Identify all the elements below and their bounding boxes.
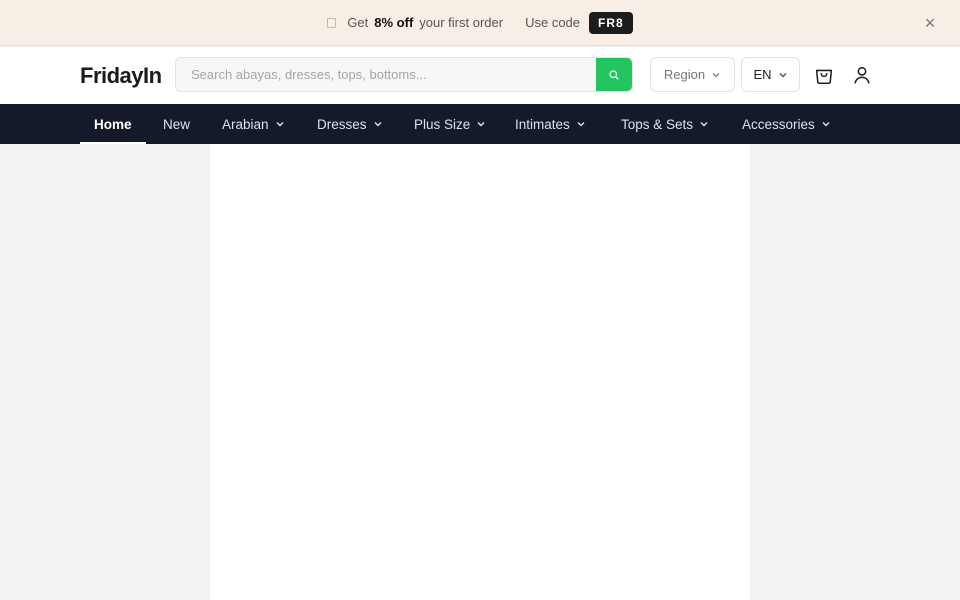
nav-item-plus-size[interactable]: Plus Size: [414, 104, 486, 144]
main-content-panel: [210, 144, 750, 600]
nav-item-label: Intimates: [515, 116, 570, 132]
region-label: Region: [663, 67, 706, 82]
nav-item-tops-sets[interactable]: Tops & Sets: [621, 104, 709, 144]
language-label: EN: [753, 67, 772, 82]
search-icon: [609, 69, 619, 80]
nav-item-label: New: [163, 116, 191, 132]
nav-item-label: Plus Size: [414, 116, 471, 132]
nav-item-new[interactable]: New: [163, 104, 190, 144]
chevron-down-icon: [712, 72, 720, 77]
chevron-down-icon: [779, 72, 787, 77]
search-input[interactable]: [176, 58, 598, 91]
close-icon[interactable]: ×: [920, 13, 940, 33]
promo-prefix: Get: [347, 15, 369, 30]
main-nav: Home New Arabian Dresses Plus Size Intim…: [0, 104, 960, 144]
nav-item-label: Accessories: [742, 116, 815, 132]
language-selector[interactable]: EN: [741, 57, 800, 92]
site-logo[interactable]: FridayIn: [80, 63, 162, 89]
region-selector[interactable]: Region: [650, 57, 735, 92]
search-button[interactable]: [596, 58, 632, 91]
nav-item-label: Dresses: [317, 116, 367, 132]
nav-item-home[interactable]: Home: [80, 104, 146, 144]
chevron-down-icon: [822, 122, 830, 127]
nav-item-intimates[interactable]: Intimates: [515, 104, 586, 144]
use-code-label: Use code: [525, 15, 581, 30]
promo-suffix: your first order: [419, 15, 504, 30]
promo-discount: 8% off: [374, 15, 414, 30]
chevron-down-icon: [477, 122, 485, 127]
nav-item-label: Tops & Sets: [621, 116, 694, 132]
nav-item-label: Arabian: [222, 116, 269, 132]
chevron-down-icon: [276, 122, 284, 127]
promo-bar: Get 8% off your first order Use code FR8…: [0, 0, 960, 46]
user-icon[interactable]: [851, 64, 873, 86]
nav-item-arabian[interactable]: Arabian: [222, 104, 285, 144]
nav-item-label: Home: [94, 116, 132, 132]
nav-item-accessories[interactable]: Accessories: [742, 104, 831, 144]
chevron-down-icon: [374, 122, 382, 127]
chevron-down-icon: [700, 122, 708, 127]
site-header: FridayIn Region EN: [0, 47, 960, 104]
chevron-down-icon: [577, 122, 585, 127]
nav-item-dresses[interactable]: Dresses: [317, 104, 383, 144]
tag-icon: [327, 17, 337, 28]
promo-code-badge[interactable]: FR8: [589, 11, 633, 34]
search-bar: [175, 57, 633, 92]
shopping-bag-icon[interactable]: [813, 64, 835, 86]
